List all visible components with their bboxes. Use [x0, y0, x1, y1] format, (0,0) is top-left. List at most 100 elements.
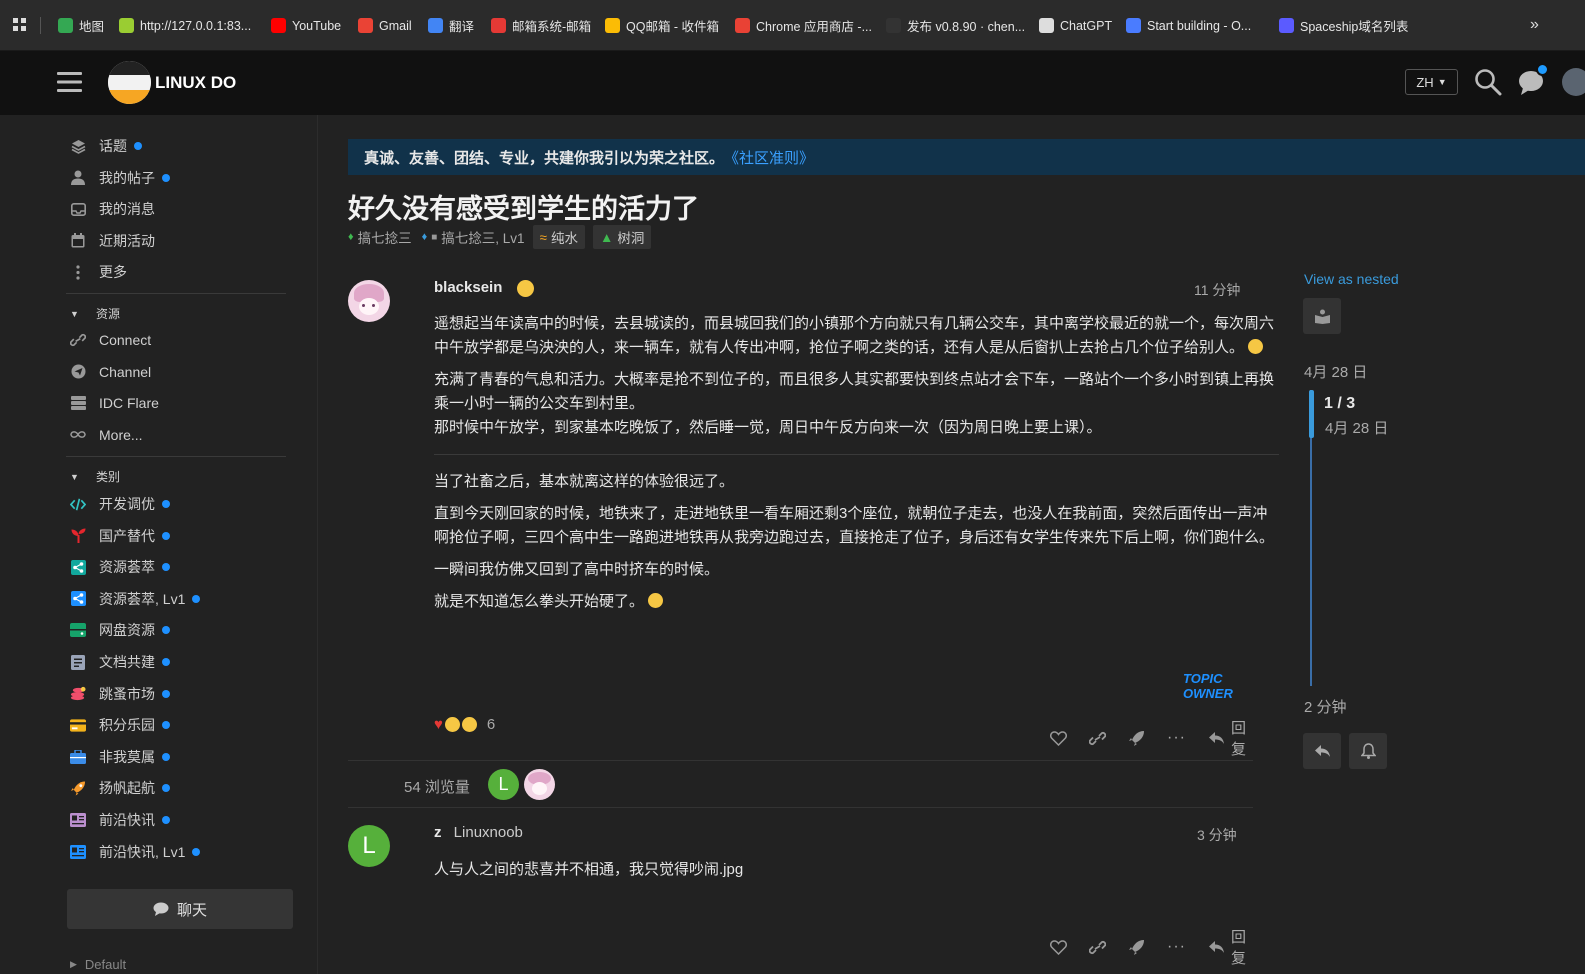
reply-icon	[1314, 744, 1331, 758]
language-selector[interactable]: ZH ▼	[1405, 69, 1458, 95]
topic-title[interactable]: 好久没有感受到学生的活力了	[348, 187, 699, 226]
bookmark-item[interactable]: YouTube	[271, 0, 341, 51]
community-guidelines-link[interactable]: 《社区准则》	[724, 147, 814, 168]
reply-button[interactable]: 回复	[1208, 717, 1248, 759]
flushed-emoji-icon	[648, 593, 664, 608]
post-username[interactable]: blacksein	[434, 279, 502, 296]
sidebar-item-more[interactable]: More...	[70, 422, 143, 448]
topic-meta: ♦ 搞七捻三 ♦ ■ 搞七捻三, Lv1 ≈ 纯水 ▲ 树洞	[348, 225, 652, 249]
sidebar-item-category[interactable]: 文档共建	[70, 649, 170, 675]
reply-icon	[1208, 731, 1225, 745]
lock-icon: ■	[431, 231, 438, 243]
tag-chip[interactable]: ▲ 树洞	[593, 225, 652, 249]
sidebar-item-channel[interactable]: Channel	[70, 359, 151, 385]
site-name[interactable]: LINUX DO	[155, 73, 236, 93]
sidebar-item-category[interactable]: 跳蚤市场	[70, 681, 170, 707]
timeline-handle[interactable]	[1309, 390, 1314, 438]
chat-button[interactable]: 聊天	[67, 889, 293, 929]
sidebar-item-label: 前沿快讯	[99, 812, 155, 828]
sidebar-item-topics[interactable]: 话题	[70, 133, 142, 159]
notification-bell-button[interactable]	[1349, 733, 1387, 769]
reply-button[interactable]: 回复	[1208, 926, 1248, 968]
categories-section-toggle[interactable]: ▼ 类别	[70, 468, 120, 485]
bookmark-item[interactable]: Chrome 应用商店 -...	[735, 0, 872, 51]
boost-rocket-icon[interactable]	[1128, 730, 1145, 747]
sidebar-item-category[interactable]: 扬帆起航	[70, 775, 170, 801]
sidebar-item-category[interactable]: 资源荟萃	[70, 554, 170, 580]
post-time[interactable]: 3 分钟	[1197, 825, 1237, 845]
more-actions-icon[interactable]: ···	[1167, 938, 1186, 956]
sidebar-item-recent-activity[interactable]: 近期活动	[70, 228, 155, 254]
send-icon	[70, 364, 86, 380]
search-icon[interactable]	[1474, 68, 1502, 96]
category-link[interactable]: 搞七捻三	[358, 227, 412, 247]
bookmark-favicon-icon	[58, 18, 73, 33]
copy-link-icon[interactable]	[1089, 940, 1106, 955]
drive-icon	[70, 622, 86, 638]
flushed-emoji-icon	[517, 280, 534, 297]
bookmark-favicon-icon	[605, 18, 620, 33]
reactions[interactable]: ♥ 6	[434, 716, 495, 733]
boost-rocket-icon[interactable]	[1128, 939, 1145, 956]
resources-title: 资源	[96, 307, 121, 321]
bookmark-item[interactable]: QQ邮箱 - 收件箱	[605, 0, 719, 51]
site-header: LINUX DO ZH ▼	[0, 51, 1585, 115]
sidebar-item-more[interactable]: 更多	[70, 259, 127, 285]
timeline-progress-date: 4月 28 日	[1325, 420, 1389, 437]
sidebar-item-my-messages[interactable]: 我的消息	[70, 196, 155, 222]
bookmark-item[interactable]: 邮箱系统-邮箱	[491, 0, 591, 51]
user-avatar[interactable]: L	[348, 825, 390, 867]
summarize-button[interactable]	[1303, 298, 1341, 334]
sidebar-item-category[interactable]: 前沿快讯	[70, 807, 170, 833]
post-time[interactable]: 11 分钟	[1194, 280, 1240, 300]
post-paragraph: 充满了青春的气息和活力。大概率是抢不到位子的，而且很多人其实都要快到终点站才会下…	[434, 371, 1275, 412]
sidebar-item-category[interactable]: 积分乐园	[70, 712, 170, 738]
view-as-nested-link[interactable]: View as nested	[1304, 271, 1399, 287]
user-avatar[interactable]	[348, 280, 390, 322]
participant-avatar[interactable]: L	[488, 769, 519, 800]
user-avatar[interactable]	[1562, 68, 1585, 96]
tag-chip[interactable]: ≈ 纯水	[532, 225, 585, 249]
bookmark-item[interactable]: 地图	[58, 0, 104, 51]
participant-avatar[interactable]	[524, 769, 555, 800]
bookmark-item[interactable]: http://127.0.0.1:83...	[119, 0, 251, 51]
hamburger-menu-icon[interactable]	[57, 71, 82, 93]
sidebar-item-connect[interactable]: Connect	[70, 327, 151, 353]
sidebar-item-my-posts[interactable]: 我的帖子	[70, 165, 170, 191]
subcategory-link[interactable]: 搞七捻三, Lv1	[441, 227, 524, 247]
banner-text: 真诚、友善、团结、专业，共建你我引以为荣之社区。	[364, 149, 725, 167]
site-logo[interactable]	[108, 61, 151, 104]
like-icon[interactable]	[1050, 730, 1067, 746]
drop-icon: ♦	[421, 231, 428, 243]
bookmark-item[interactable]: Spaceship域名列表	[1279, 0, 1408, 51]
sidebar-item-category[interactable]: 非我莫属	[70, 744, 170, 770]
bookmark-item[interactable]: 发布 v0.8.90 · chen...	[886, 0, 1025, 51]
bookmark-item[interactable]: Start building - O...	[1126, 0, 1251, 51]
more-bookmarks-icon[interactable]: »	[1530, 16, 1539, 34]
sidebar-footer: ▶ Default	[70, 957, 127, 972]
bookmark-item[interactable]: 翻译	[428, 0, 474, 51]
copy-link-icon[interactable]	[1089, 731, 1106, 746]
sidebar-item-label: 跳蚤市场	[99, 685, 155, 702]
timeline-start-date[interactable]: 4月 28 日	[1304, 361, 1367, 382]
sidebar-item-label: 资源荟萃	[99, 559, 155, 576]
post-user-names[interactable]: z Linuxnoob	[434, 824, 523, 841]
resources-section-toggle[interactable]: ▼ 资源	[70, 305, 120, 322]
bookmark-item[interactable]: Gmail	[358, 0, 412, 51]
bookmark-item[interactable]: ChatGPT	[1039, 0, 1112, 51]
sidebar-item-category[interactable]: 前沿快讯, Lv1	[70, 839, 201, 865]
bookmark-favicon-icon	[428, 18, 443, 33]
sidebar-item-category[interactable]: 网盘资源	[70, 617, 170, 643]
sidebar-item-category[interactable]: 资源荟萃, Lv1	[70, 586, 201, 612]
timeline-end-time[interactable]: 2 分钟	[1304, 696, 1347, 717]
language-label: ZH	[1416, 74, 1434, 90]
unread-dot	[162, 531, 170, 540]
sidebar-item-idc-flare[interactable]: IDC Flare	[70, 390, 159, 416]
like-icon[interactable]	[1050, 939, 1067, 955]
unread-dot	[162, 500, 170, 508]
sidebar-item-category[interactable]: 开发调优	[70, 491, 170, 517]
more-actions-icon[interactable]: ···	[1167, 729, 1186, 747]
apps-grid-icon[interactable]	[13, 18, 27, 32]
sidebar-item-category[interactable]: 国产替代	[70, 523, 170, 549]
timeline-reply-button[interactable]	[1303, 733, 1341, 769]
